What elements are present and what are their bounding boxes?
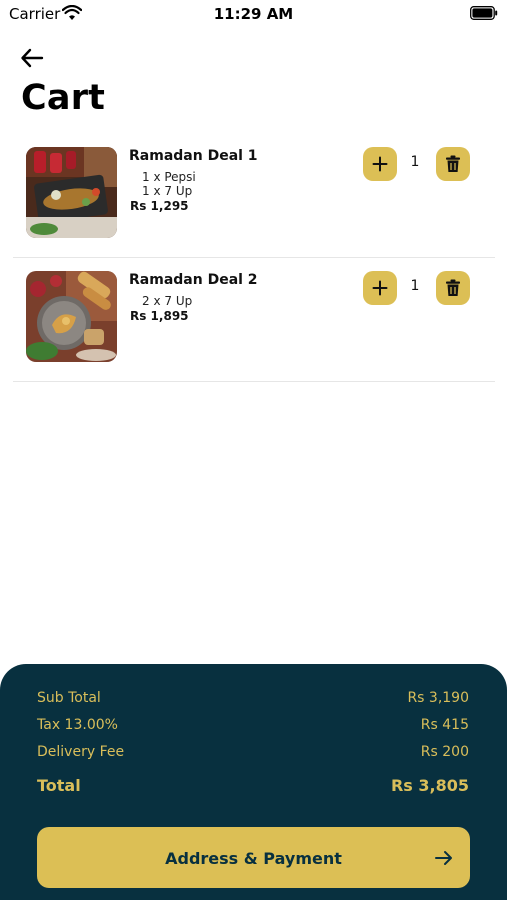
- page-title: Cart: [21, 78, 106, 118]
- delete-item-button[interactable]: [436, 271, 470, 305]
- cart-screen: Carrier 11:29 AM Cart Ramadan Deal 1 1 x…: [0, 0, 507, 900]
- increase-quantity-button[interactable]: [363, 271, 397, 305]
- trash-icon: [446, 155, 460, 172]
- battery-icon: [470, 6, 498, 20]
- item-addon: 1 x 7 Up: [142, 184, 193, 198]
- item-addon: 1 x Pepsi: [142, 170, 196, 184]
- item-name: Ramadan Deal 2: [129, 272, 258, 288]
- deal-1-image: [26, 147, 117, 238]
- address-payment-label: Address & Payment: [165, 849, 342, 868]
- item-price: Rs 1,895: [130, 309, 189, 323]
- arrow-left-icon: [21, 48, 44, 68]
- status-time: 11:29 AM: [213, 5, 294, 23]
- cart-item: Ramadan Deal 2 2 x 7 Up Rs 1,895 1: [13, 258, 495, 382]
- item-price: Rs 1,295: [130, 199, 189, 213]
- back-button[interactable]: [20, 47, 44, 69]
- delete-item-button[interactable]: [436, 147, 470, 181]
- plus-icon: [372, 156, 388, 172]
- sub-total-value: Rs 3,190: [407, 690, 469, 706]
- increase-quantity-button[interactable]: [363, 147, 397, 181]
- delivery-fee-label: Delivery Fee: [37, 744, 125, 760]
- sub-total-label: Sub Total: [37, 690, 101, 706]
- total-label: Total: [37, 776, 81, 795]
- trash-icon: [446, 279, 460, 296]
- item-name: Ramadan Deal 1: [129, 148, 258, 164]
- item-quantity: 1: [410, 154, 420, 170]
- delivery-fee-value: Rs 200: [420, 744, 469, 760]
- order-summary-panel: Sub Total Rs 3,190 Tax 13.00% Rs 415 Del…: [0, 664, 507, 900]
- item-quantity: 1: [410, 278, 420, 294]
- plus-icon: [372, 280, 388, 296]
- tax-label: Tax 13.00%: [37, 717, 118, 733]
- tax-value: Rs 415: [420, 717, 469, 733]
- cart-item: Ramadan Deal 1 1 x Pepsi 1 x 7 Up Rs 1,2…: [13, 134, 495, 258]
- arrow-right-icon: [435, 851, 452, 865]
- deal-2-image: [26, 271, 117, 362]
- item-addon: 2 x 7 Up: [142, 294, 193, 308]
- status-bar: Carrier 11:29 AM: [0, 0, 507, 28]
- total-value: Rs 3,805: [390, 776, 469, 795]
- address-payment-button[interactable]: Address & Payment: [37, 827, 470, 888]
